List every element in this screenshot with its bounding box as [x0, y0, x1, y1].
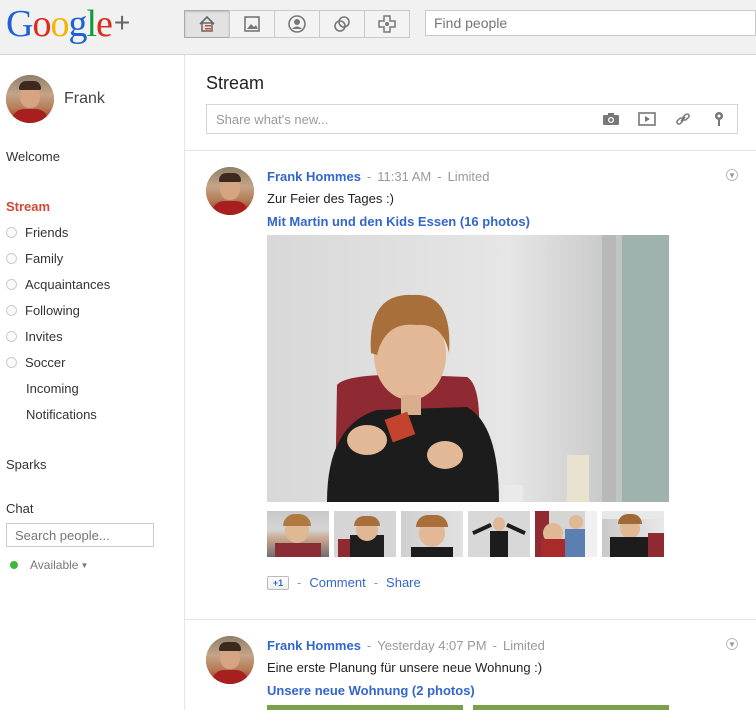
main-photo[interactable] — [267, 235, 669, 502]
album-link[interactable]: Mit Martin und den Kids Essen (16 photos… — [267, 214, 530, 229]
share-box[interactable]: Share what's new... — [206, 104, 738, 134]
avatar — [6, 75, 54, 123]
visibility-label[interactable]: Limited — [448, 169, 490, 184]
photo-thumbnail[interactable] — [334, 511, 396, 557]
album-link[interactable]: Unsere neue Wohnung (2 photos) — [267, 683, 475, 698]
circle-friends[interactable]: Friends — [6, 225, 68, 240]
circle-family[interactable]: Family — [6, 251, 63, 266]
circle-icon — [6, 253, 17, 264]
chat-heading: Chat — [6, 501, 34, 516]
post-actions: +1 - Comment - Share — [267, 575, 421, 590]
share-link[interactable]: Share — [386, 575, 421, 590]
author-name-link[interactable]: Frank Hommes — [267, 169, 361, 184]
photo-thumbnail[interactable] — [401, 511, 463, 557]
camera-icon[interactable] — [601, 110, 621, 128]
main-stream: Stream Share what's new... Frank Hommes -… — [185, 55, 756, 710]
sidebar: Frank Welcome Stream Friends Family Acqu… — [0, 55, 185, 710]
circles-icon — [334, 16, 350, 32]
circle-label: Acquaintances — [25, 277, 111, 292]
circle-label: Family — [25, 251, 64, 266]
author-avatar[interactable] — [206, 636, 254, 684]
album-preview-strip[interactable] — [267, 705, 679, 710]
chevron-down-icon: ▼ — [80, 560, 89, 570]
post-time-link[interactable]: Yesterday 4:07 PM — [377, 638, 486, 653]
profile-icon — [288, 15, 306, 33]
profile-link[interactable]: Frank — [6, 75, 105, 123]
home-icon — [199, 15, 215, 32]
circle-icon — [6, 279, 17, 290]
games-button[interactable] — [364, 10, 410, 38]
chat-status-dropdown[interactable]: Available ▼ — [10, 558, 88, 572]
circle-following[interactable]: Following — [6, 303, 80, 318]
photo-thumbnail[interactable] — [468, 511, 530, 557]
photo-thumbnails — [267, 511, 669, 557]
page-title: Stream — [206, 73, 265, 93]
circle-icon — [6, 357, 17, 368]
circle-label: Invites — [25, 329, 63, 344]
plus-one-button[interactable]: +1 — [267, 575, 289, 590]
photo-thumbnail[interactable] — [602, 511, 664, 557]
main-nav — [184, 10, 410, 38]
photos-button[interactable] — [229, 10, 275, 38]
find-people-input[interactable] — [425, 10, 756, 36]
comment-link[interactable]: Comment — [309, 575, 365, 590]
post-text: Eine erste Planung für unsere neue Wohnu… — [267, 660, 543, 675]
video-icon[interactable] — [637, 110, 657, 128]
author-avatar[interactable] — [206, 167, 254, 215]
games-icon — [378, 15, 396, 33]
nav-sparks[interactable]: Sparks — [6, 457, 46, 472]
share-placeholder: Share what's new... — [216, 112, 329, 127]
status-label: Available — [30, 558, 79, 572]
post-time-link[interactable]: 11:31 AM — [377, 169, 431, 184]
nav-stream[interactable]: Stream — [6, 199, 50, 214]
post-menu-chevron-icon[interactable]: ▼ — [726, 169, 738, 181]
circle-label: Following — [25, 303, 80, 318]
circle-label: Friends — [25, 225, 69, 240]
link-icon[interactable] — [673, 110, 693, 128]
nav-notifications[interactable]: Notifications — [26, 407, 97, 422]
author-name-link[interactable]: Frank Hommes — [267, 638, 361, 653]
profile-name: Frank — [64, 90, 105, 107]
visibility-label[interactable]: Limited — [503, 638, 545, 653]
home-button[interactable] — [184, 10, 230, 38]
profile-button[interactable] — [274, 10, 320, 38]
divider — [185, 619, 756, 620]
photo-thumbnail[interactable] — [267, 511, 329, 557]
circle-invites[interactable]: Invites — [6, 329, 63, 344]
circle-icon — [6, 305, 17, 316]
photos-icon — [244, 16, 260, 32]
circles-button[interactable] — [319, 10, 365, 38]
divider — [185, 150, 756, 151]
circle-label: Soccer — [25, 355, 66, 370]
top-bar: Google+ — [0, 0, 756, 55]
circle-icon — [6, 331, 17, 342]
chat-search-input[interactable] — [6, 523, 154, 547]
nav-welcome[interactable]: Welcome — [6, 149, 60, 164]
circle-soccer[interactable]: Soccer — [6, 355, 65, 370]
photo-thumbnail[interactable] — [535, 511, 597, 557]
circle-acquaintances[interactable]: Acquaintances — [6, 277, 110, 292]
post-text: Zur Feier des Tages :) — [267, 191, 394, 206]
post-menu-chevron-icon[interactable]: ▼ — [726, 638, 738, 650]
circle-icon — [6, 227, 17, 238]
google-plus-logo[interactable]: Google+ — [6, 3, 130, 44]
status-dot-icon — [10, 561, 18, 569]
nav-incoming[interactable]: Incoming — [26, 381, 79, 396]
location-icon[interactable] — [709, 110, 729, 128]
